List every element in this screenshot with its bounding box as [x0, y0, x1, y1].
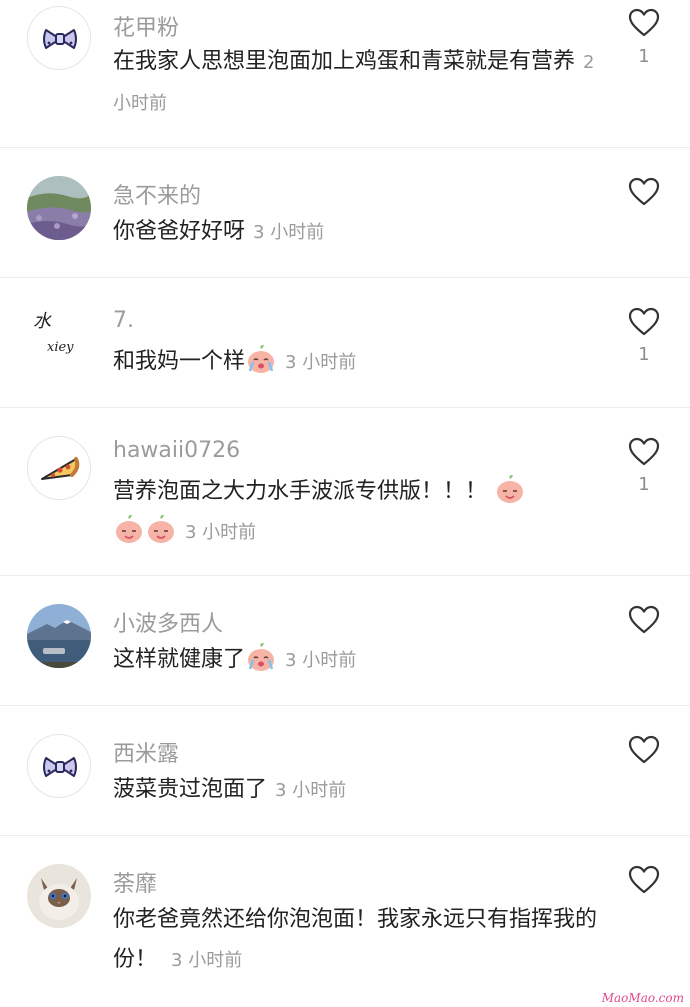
crying-peach-emoji	[245, 641, 277, 673]
heart-icon[interactable]	[628, 307, 660, 337]
bow-icon	[43, 29, 77, 49]
comment-time: 3 小时前	[285, 352, 357, 373]
handwriting-scribble: 水 xiey	[33, 312, 74, 358]
avatar[interactable]	[27, 604, 91, 668]
avatar[interactable]	[27, 436, 91, 500]
comment-text: 营养泡面之大力水手波派专供版！！！ 3 小时前	[113, 472, 603, 553]
comment-item: 花甲粉 在我家人思想里泡面加上鸡蛋和青菜就是有营养 2 小时前 1	[0, 0, 690, 148]
peach-emoji	[113, 513, 145, 545]
username[interactable]: 急不来的	[113, 178, 201, 210]
avatar[interactable]	[27, 864, 91, 928]
handwriting-line: 水	[33, 311, 51, 332]
username[interactable]: 花甲粉	[113, 10, 179, 42]
like-count: 1	[638, 46, 650, 67]
site-watermark: MaoMao.com	[601, 991, 684, 1005]
comment-time: 3 小时前	[185, 522, 257, 543]
comment-content: 菠菜贵过泡面了	[113, 777, 268, 802]
username[interactable]: 7.	[113, 308, 134, 333]
heart-icon[interactable]	[628, 437, 660, 467]
avatar[interactable]	[27, 734, 91, 798]
peach-emoji	[145, 513, 177, 545]
comment-text: 在我家人思想里泡面加上鸡蛋和青菜就是有营养 2 小时前	[113, 42, 603, 124]
comment-content: 你爸爸好好呀	[113, 219, 246, 244]
comment-content: 在我家人思想里泡面加上鸡蛋和青菜就是有营养	[113, 49, 576, 74]
username[interactable]: 西米露	[113, 736, 179, 768]
username[interactable]: 荼靡	[113, 866, 157, 898]
comment-text: 这样就健康了 3 小时前	[113, 640, 603, 681]
comment-item: hawaii0726 营养泡面之大力水手波派专供版！！！ 3 小时前 1	[0, 408, 690, 576]
comment-text: 你爸爸好好呀 3 小时前	[113, 212, 603, 253]
comment-item: 小波多西人 这样就健康了 3 小时前	[0, 576, 690, 706]
heart-icon[interactable]	[628, 735, 660, 765]
comment-time: 3 小时前	[171, 950, 243, 971]
comment-item: 水 xiey 7. 和我妈一个样 3 小时前 1	[0, 278, 690, 408]
comment-content: 这样就健康了	[113, 647, 246, 672]
heart-icon[interactable]	[628, 865, 660, 895]
lavender-field-photo	[27, 176, 91, 240]
heart-icon[interactable]	[628, 8, 660, 38]
cat-photo	[27, 864, 91, 928]
heart-icon[interactable]	[628, 177, 660, 207]
lake-mountain-photo	[27, 604, 91, 668]
comment-content: 和我妈一个样	[113, 349, 246, 374]
comment-text: 菠菜贵过泡面了 3 小时前	[113, 770, 603, 811]
comment-item: 西米露 菠菜贵过泡面了 3 小时前	[0, 706, 690, 836]
username[interactable]: hawaii0726	[113, 438, 240, 463]
comment-text: 你老爸竟然还给你泡泡面！我家永远只有指挥我的份！ 3 小时前	[113, 900, 603, 981]
like-count: 1	[638, 474, 650, 495]
username[interactable]: 小波多西人	[113, 606, 223, 638]
bow-icon	[43, 757, 77, 777]
comment-time: 3 小时前	[285, 650, 357, 671]
heart-icon[interactable]	[628, 605, 660, 635]
comment-text: 和我妈一个样 3 小时前	[113, 342, 603, 383]
like-count: 1	[638, 344, 650, 365]
avatar[interactable]: 水 xiey	[27, 306, 91, 370]
comment-time: 3 小时前	[253, 222, 325, 243]
comment-time: 3 小时前	[275, 780, 347, 801]
handwriting-line: xiey	[47, 340, 74, 355]
peach-emoji	[494, 473, 526, 505]
crying-peach-emoji	[245, 343, 277, 375]
comment-item: 急不来的 你爸爸好好呀 3 小时前	[0, 148, 690, 278]
avatar[interactable]	[27, 176, 91, 240]
avatar[interactable]	[27, 6, 91, 70]
comment-item: 荼靡 你老爸竟然还给你泡泡面！我家永远只有指挥我的份！ 3 小时前	[0, 836, 690, 1007]
comment-content: 营养泡面之大力水手波派专供版！！！	[113, 479, 488, 504]
pizza-slice-icon	[41, 457, 80, 480]
